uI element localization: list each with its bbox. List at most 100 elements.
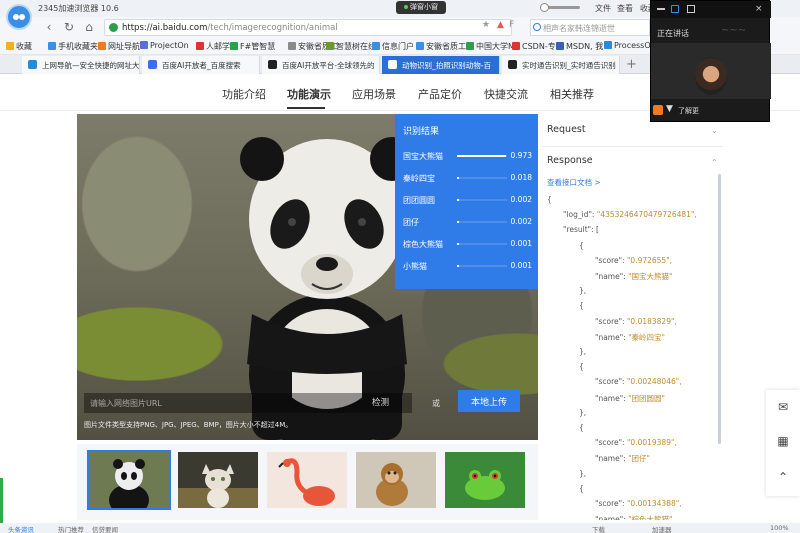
bookmark-item[interactable]: MSDN, 我 [556,41,603,52]
bookmark-item[interactable]: CSDN-专 [512,41,556,52]
result-row: 团仔 0.002 [395,212,538,234]
qr-code-icon[interactable]: ▦ [774,432,792,450]
page-tab[interactable]: 快捷交流 [484,86,528,102]
thumbnail-frog[interactable] [445,452,525,508]
bookmark-favicon-icon [556,42,564,50]
browser-logo-icon[interactable] [6,4,32,30]
status-hot[interactable]: 热门推荐 [58,524,84,533]
panel-divider [541,146,723,147]
menu-view[interactable]: 查看 [617,3,633,14]
translate-icon[interactable]: F [509,20,514,30]
json-line: }, [579,469,586,478]
layout-icon[interactable] [687,5,695,13]
browser-tab[interactable]: 百度AI开放者_百度搜索 [142,56,260,74]
popup-dot-icon [404,5,408,9]
address-bar[interactable]: https://ai.baidu.com/tech/imagerecogniti… [104,19,512,36]
learn-more-link[interactable]: 了解更 [678,106,699,116]
bookmark-item[interactable]: 网址导航 [98,41,140,52]
bookmark-item[interactable]: F#管智慧 [230,41,275,52]
status-accelerator[interactable]: 加速器 [652,524,672,533]
result-score: 0.001 [510,239,532,248]
page-tab[interactable]: 应用场景 [352,86,396,102]
bookmark-item[interactable]: 手机收藏夹 [48,41,98,52]
bookmark-item[interactable]: 信息门户 [372,41,414,52]
result-row: 国宝大熊猫 0.973 [395,146,538,168]
home-icon[interactable]: ⌂ [82,20,96,34]
bookmark-label: 收藏 [16,42,32,51]
flame-icon[interactable]: ▲ [497,20,504,30]
bookmark-item[interactable]: 智慧树在线 [326,41,376,52]
popup-window-button[interactable]: 弹窗小窗 [396,1,446,14]
thumbnail-cat[interactable] [178,452,258,508]
window-icon[interactable] [671,5,679,13]
image-url-input[interactable] [84,393,412,413]
reload-icon[interactable]: ↻ [62,20,76,34]
bookmark-item[interactable]: ProjectOn [140,41,189,50]
response-header[interactable]: Response [547,155,593,166]
json-key: "name": [595,393,629,403]
minimize-icon[interactable] [657,8,665,10]
bookmark-favicon-icon [326,42,334,50]
status-download[interactable]: 下载 [592,524,605,533]
tab-favicon-icon [28,60,37,69]
status-zoom[interactable]: 100% [770,524,789,532]
status-news[interactable]: 头条资讯 [8,524,34,533]
volume-slider-handle[interactable] [540,3,549,12]
page-tab[interactable]: 产品定价 [418,86,462,102]
detect-button[interactable]: 检测 [372,396,389,408]
thumbnail-panda[interactable] [87,450,171,510]
tab-favicon-icon [508,60,517,69]
local-upload-button[interactable]: 本地上传 [458,390,520,412]
json-line: "score": "0.0019389", [595,438,677,447]
bookmark-item[interactable]: 中国大学M [466,41,515,52]
address-text[interactable]: https://ai.baidu.com/tech/imagerecogniti… [122,23,338,33]
close-icon[interactable]: × [755,5,763,14]
tab-label: 上网导航—安全快捷的网址大 [42,61,140,70]
search-box[interactable]: 相声名家韩连锦逝世 [530,19,650,36]
cat-thumbnail-image [178,452,258,508]
page-tab[interactable]: 相关推荐 [550,86,594,102]
json-line: { [547,195,552,204]
json-line: "name": "秦岭四宝" [595,332,665,343]
bookmark-favicon-icon [288,42,296,50]
record-icon[interactable] [653,105,663,115]
result-row: 秦岭四宝 0.018 [395,168,538,190]
chevron-up-icon[interactable]: ⌃ [711,158,718,167]
bookmark-item[interactable]: 安徽省质工 [416,41,466,52]
json-scrollbar[interactable] [718,174,721,444]
status-finance[interactable]: 信贷要闻 [92,524,118,533]
thumbnail-monkey[interactable] [356,452,436,508]
browser-tab[interactable]: 百度AI开放平台-全球领先的 [262,56,380,74]
json-value: "0.972655", [626,255,673,265]
json-value: "0.00248046", [626,377,682,387]
json-line: }, [579,408,586,417]
microphone-icon[interactable]: ▼ [666,104,673,114]
bookmark-favicon-icon [196,42,204,50]
back-to-top-icon[interactable]: ⌃ [774,468,792,486]
chevron-down-icon[interactable]: ⌄ [711,126,718,135]
mail-icon[interactable]: ✉ [774,398,792,416]
browser-tab[interactable]: 实时通告识别_实时通告识别 [502,56,620,74]
thumbnail-flamingo[interactable] [267,452,347,508]
floating-video-window[interactable]: × 正在讲话 ∼∼∼ ▼ 了解更 [650,0,771,122]
new-tab-plus-icon[interactable]: + [626,57,637,72]
bookmark-favicon-icon [372,42,380,50]
json-punct: }, [579,407,587,417]
bookmark-label: 信息门户 [382,42,414,51]
bookmark-item[interactable]: 收藏 [6,41,32,52]
bookmark-star-icon[interactable]: ★ [482,20,490,30]
back-icon[interactable]: ‹ [42,20,56,34]
json-punct: { [579,483,584,493]
page-tab[interactable]: 功能演示 [287,86,331,102]
menu-file[interactable]: 文件 [595,3,611,14]
page-tab[interactable]: 功能介绍 [222,86,266,102]
score-bar [457,265,459,267]
bookmark-favicon-icon [604,41,612,49]
bookmark-label: CSDN-专 [522,42,556,51]
api-doc-link[interactable]: 查看接口文档 > [547,177,601,188]
json-line: }, [579,286,586,295]
bookmark-item[interactable]: ProcessO [604,41,651,50]
browser-tab[interactable]: 动物识别_拍照识别动物-百 [382,56,500,74]
request-header[interactable]: Request [547,124,586,135]
browser-tab[interactable]: 上网导航—安全快捷的网址大 [22,56,140,74]
